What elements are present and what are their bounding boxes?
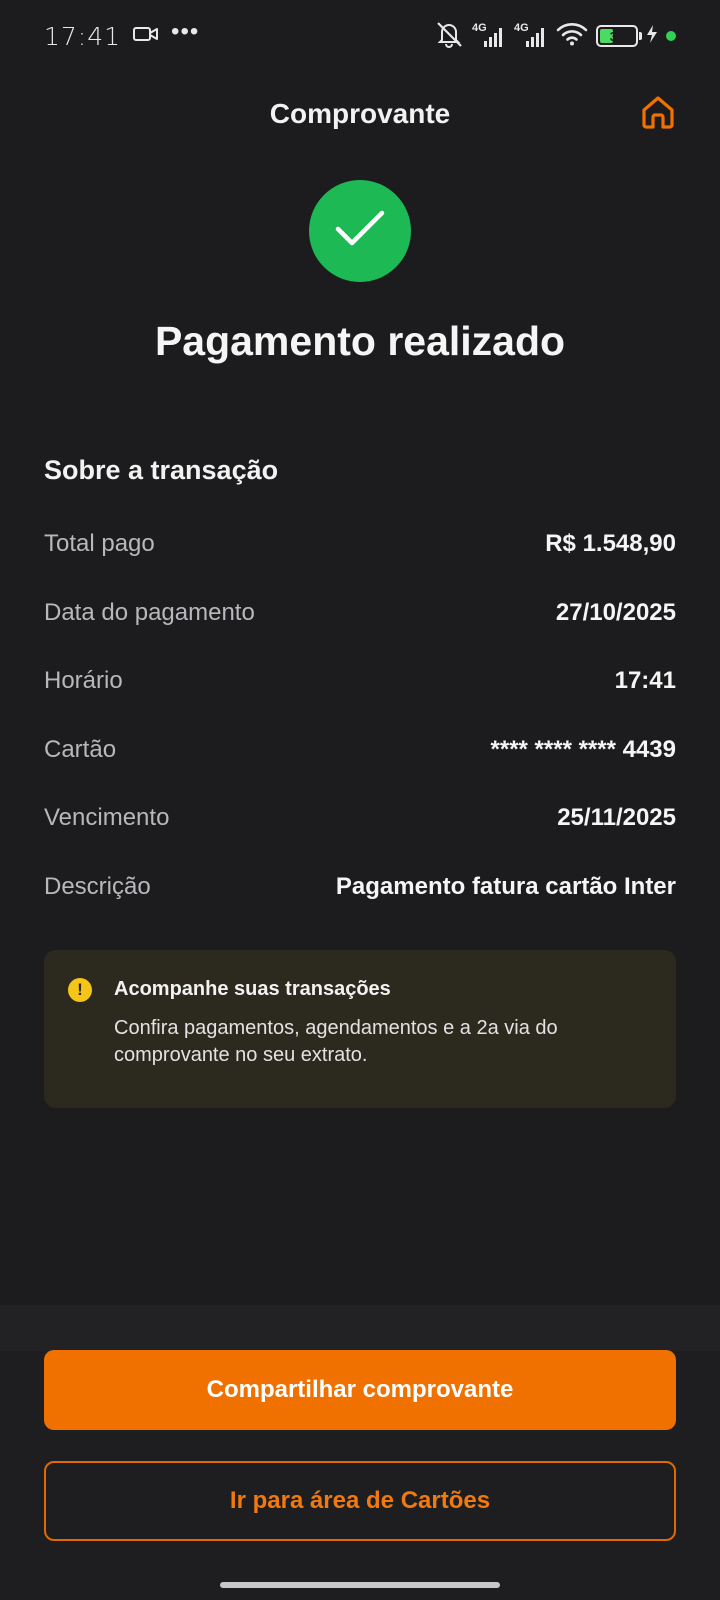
detail-label: Vencimento (44, 804, 170, 832)
detail-value: **** **** **** 4439 (490, 735, 676, 763)
detail-row-total: Total pago R$ 1.548,90 (44, 510, 676, 579)
detail-label: Cartão (44, 735, 117, 763)
signal-label-2: 4G (514, 22, 529, 34)
signal-icon-2: 4G (514, 22, 548, 48)
bottom-divider (0, 1305, 720, 1351)
privacy-indicator-dot (666, 31, 676, 41)
video-camera-icon (133, 24, 159, 49)
signal-label-1: 4G (472, 22, 487, 34)
battery-level: 37 (609, 28, 625, 44)
info-body: Confira pagamentos, agendamentos e a 2a … (114, 1017, 558, 1066)
detail-value: 17:41 (614, 667, 676, 695)
signal-icon-1: 4G (472, 22, 506, 48)
detail-row-time: Horário 17:41 (44, 647, 676, 716)
detail-value: 25/11/2025 (557, 804, 676, 832)
detail-row-date: Data do pagamento 27/10/2025 (44, 579, 676, 648)
home-icon (639, 93, 677, 136)
detail-value: 27/10/2025 (555, 598, 676, 626)
detail-label: Horário (44, 667, 123, 695)
detail-value: Pagamento fatura cartão Inter (335, 872, 676, 900)
info-card: ! Acompanhe suas transações Confira paga… (44, 950, 676, 1108)
status-bar: 17:41 ••• 4G 4G 37 (0, 0, 720, 72)
battery-icon: 37 (596, 25, 642, 47)
go-to-cards-button[interactable]: Ir para área de Cartões (44, 1461, 676, 1541)
check-icon (334, 209, 386, 254)
more-notifications-icon: ••• (171, 18, 200, 45)
success-badge (309, 180, 411, 282)
detail-label: Descrição (44, 872, 151, 900)
transaction-details: Total pago R$ 1.548,90 Data do pagamento… (44, 510, 676, 921)
home-indicator[interactable] (220, 1582, 500, 1588)
success-title: Pagamento realizado (154, 318, 566, 364)
home-button[interactable] (636, 92, 680, 136)
section-title: Sobre a transação (44, 455, 279, 485)
detail-label: Data do pagamento (44, 598, 255, 626)
status-bar-left: 17:41 ••• (44, 18, 200, 51)
detail-row-card: Cartão **** **** **** 4439 (44, 716, 676, 785)
status-bar-right: 4G 4G 37 (434, 20, 676, 53)
detail-row-description: Descrição Pagamento fatura cartão Inter (44, 853, 676, 922)
detail-label: Total pago (44, 530, 155, 558)
charging-icon (646, 24, 658, 49)
warning-icon: ! (68, 978, 92, 1002)
detail-value: R$ 1.548,90 (545, 530, 676, 558)
share-receipt-button[interactable]: Compartilhar comprovante (44, 1350, 676, 1430)
info-text: Acompanhe suas transações Confira pagame… (114, 978, 634, 1108)
app-header: Comprovante (0, 84, 720, 144)
status-time: 17:41 (44, 21, 122, 51)
detail-row-due-date: Vencimento 25/11/2025 (44, 784, 676, 853)
page-title: Comprovante (269, 98, 451, 129)
info-title: Acompanhe suas transações (114, 978, 391, 1000)
silent-bell-icon (434, 20, 464, 53)
wifi-icon (556, 22, 588, 51)
